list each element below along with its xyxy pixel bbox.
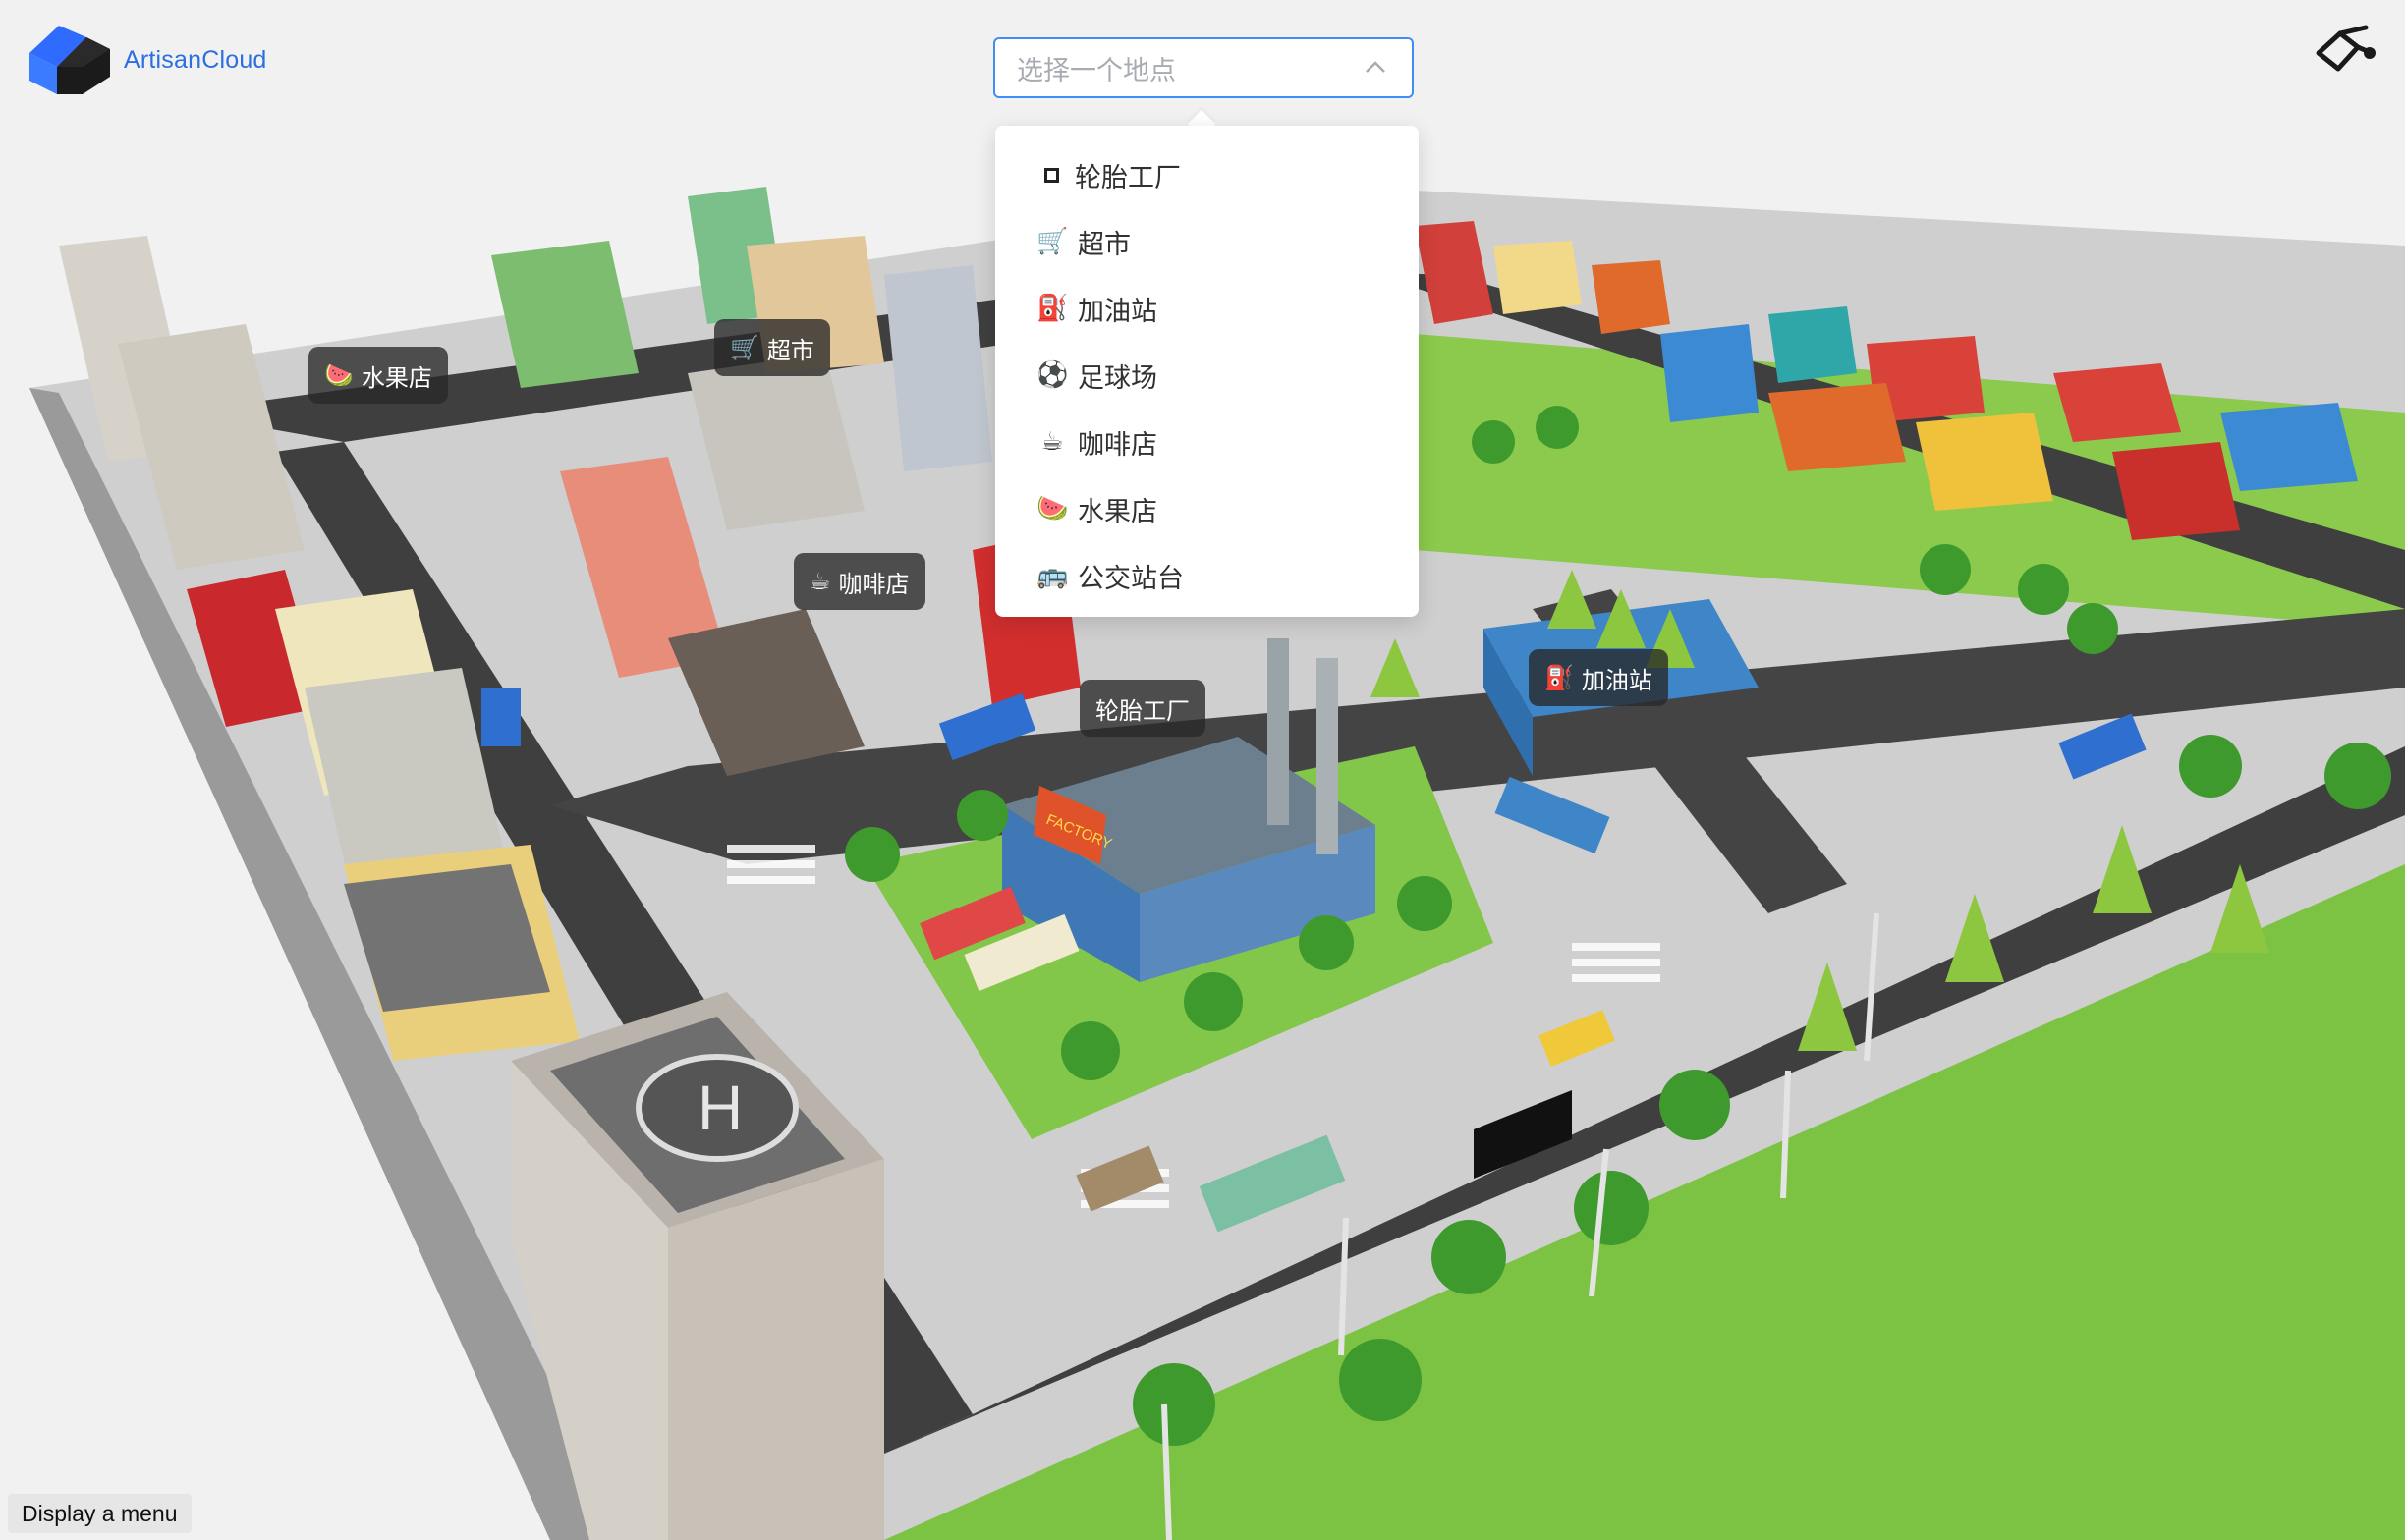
map-label-text: 咖啡店: [838, 570, 910, 598]
watermelon-icon: 🍉: [324, 361, 354, 389]
option-gas-station[interactable]: ⛽ 加油站: [995, 275, 1419, 342]
option-coffee-shop[interactable]: ☕ 咖啡店: [995, 409, 1419, 475]
map-label-tire-factory[interactable]: 轮胎工厂: [1080, 680, 1205, 737]
option-football-field[interactable]: ⚽ 足球场: [995, 342, 1419, 409]
map-label-text: 水果店: [361, 363, 432, 392]
brand-logo[interactable]: ArtisanCloud: [28, 24, 267, 96]
cart-icon: 🛒: [1036, 227, 1069, 256]
bus-icon: 🚌: [1036, 561, 1069, 590]
soccer-ball-icon: ⚽: [1036, 360, 1069, 390]
display-menu-button[interactable]: Display a menu: [8, 1494, 192, 1533]
square-icon: [1044, 167, 1059, 183]
option-label: 咖啡店: [1078, 429, 1157, 461]
location-dropdown: 轮胎工厂 🛒 超市 ⛽ 加油站 ⚽ 足球场 ☕ 咖啡店 🍉 水果店 🚌 公交站台: [995, 126, 1419, 617]
location-select-placeholder: 选择一个地点: [1017, 55, 1176, 86]
brand-name: ArtisanCloud: [124, 45, 267, 74]
option-fruit-shop[interactable]: 🍉 水果店: [995, 475, 1419, 542]
option-label: 公交站台: [1078, 563, 1184, 594]
watermelon-icon: 🍉: [1036, 494, 1069, 523]
option-label: 轮胎工厂: [1075, 162, 1181, 193]
map-label-supermarket[interactable]: 🛒 超市: [714, 319, 830, 376]
map-label-coffee-shop[interactable]: ☕ 咖啡店: [794, 553, 925, 610]
option-label: 足球场: [1078, 362, 1157, 394]
option-label: 水果店: [1078, 496, 1157, 527]
map-label-text: 超市: [766, 336, 814, 364]
location-select[interactable]: 选择一个地点: [993, 37, 1414, 98]
option-label: 加油站: [1078, 296, 1157, 327]
cube-logo-icon: [29, 26, 110, 94]
cart-icon: 🛒: [730, 334, 759, 361]
option-tire-factory[interactable]: 轮胎工厂: [995, 141, 1419, 208]
map-label-gas-station[interactable]: ⛽ 加油站: [1529, 649, 1668, 706]
fuel-pump-icon: ⛽: [1544, 664, 1574, 691]
chevron-up-icon: [1366, 61, 1385, 73]
map-label-text: 轮胎工厂: [1095, 696, 1190, 725]
map-label-fruit-shop[interactable]: 🍉 水果店: [308, 347, 448, 404]
fuel-pump-icon: ⛽: [1036, 294, 1069, 323]
route-link-icon[interactable]: [2311, 24, 2381, 79]
svg-text:H: H: [698, 1072, 743, 1143]
option-bus-stop[interactable]: 🚌 公交站台: [995, 542, 1419, 609]
coffee-icon: ☕: [810, 568, 831, 595]
option-label: 超市: [1078, 229, 1131, 260]
map-label-text: 加油站: [1581, 666, 1652, 694]
coffee-icon: ☕: [1040, 427, 1064, 457]
option-supermarket[interactable]: 🛒 超市: [995, 208, 1419, 275]
